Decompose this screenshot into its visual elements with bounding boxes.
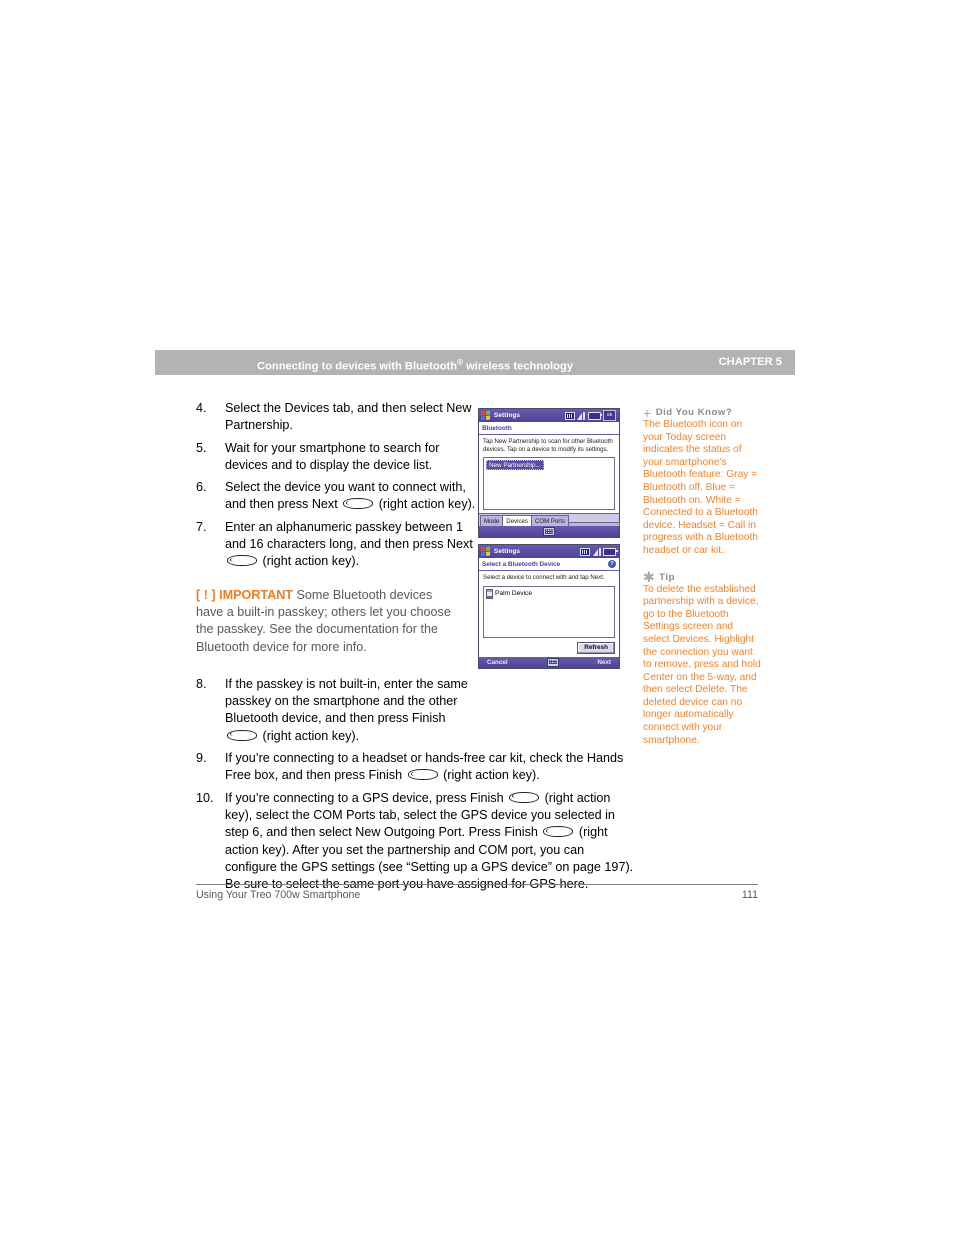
titlebar-app-label: Settings <box>494 412 521 419</box>
help-icon[interactable]: ? <box>608 560 616 569</box>
step-text: If the passkey is not built-in, enter th… <box>225 676 468 743</box>
step-list-lower: 9. If you’re connecting to a headset or h… <box>196 750 634 893</box>
margin-note-heading-label: Did You Know? <box>655 407 733 418</box>
device-screenshot-group: Settings ok Bluetooth Tap New Partnershi… <box>478 408 620 675</box>
screen-bottom-bar: Cancel Next <box>479 656 619 668</box>
right-action-key-icon <box>227 729 257 741</box>
list-item-palm-device[interactable]: Palm Device <box>486 588 612 599</box>
step-number: 4. <box>196 401 207 415</box>
step-number: 8. <box>196 676 207 691</box>
step-text: Select the device you want to connect wi… <box>225 480 476 512</box>
footer-page-number: 111 <box>741 889 758 901</box>
screen-body: Tap New Partnership to scan for other Bl… <box>479 435 619 514</box>
screen-title-bar: Select a Bluetooth Device ? <box>479 558 619 572</box>
margin-note-heading: ✱ Tip <box>643 569 761 586</box>
battery-icon <box>603 547 618 556</box>
running-head-chapter: CHAPTER 5 <box>718 356 782 368</box>
screen-body: Select a device to connect with and tap … <box>479 571 619 657</box>
right-action-key-icon <box>407 769 438 781</box>
manual-page: Connecting to devices with Bluetooth® wi… <box>0 0 954 1235</box>
screenshot-select-bluetooth-device: Settings Select a Bluetooth Device ? Sel… <box>478 544 620 669</box>
titlebar-status-icons: ok <box>564 410 618 421</box>
screenshot-bluetooth-settings: Settings ok Bluetooth Tap New Partnershi… <box>478 408 620 539</box>
list-item-new-partnership[interactable]: New Partnership... <box>486 460 544 471</box>
signal-icon <box>592 547 601 556</box>
windows-flag-icon <box>481 546 490 557</box>
device-icon <box>486 588 493 599</box>
step-number: 7. <box>196 519 207 534</box>
step-number: 6. <box>196 480 207 495</box>
right-action-key-icon <box>543 826 574 838</box>
margin-notes: + Did You Know? The Bluetooth icon on your… <box>643 404 761 761</box>
step-number: 9. <box>196 751 207 766</box>
step-text: Select the Devices tab, and then select … <box>225 401 472 433</box>
step-number: 10. <box>196 790 214 805</box>
important-label: [ ! ] IMPORTANT <box>196 587 293 602</box>
screen-tabs: Mode Devices COM Ports <box>479 513 620 527</box>
running-head-title-text: Connecting to devices with Bluetooth <box>256 360 458 373</box>
right-action-key-icon <box>227 555 257 567</box>
keyboard-icon[interactable] <box>543 527 555 537</box>
text-input-icon <box>580 547 590 556</box>
running-head: Connecting to devices with Bluetooth® wi… <box>155 350 795 375</box>
margin-note-heading: + Did You Know? <box>643 404 761 421</box>
step-text: Enter an alphanumeric passkey between 1 … <box>225 519 473 569</box>
margin-note: + Did You Know? The Bluetooth icon on your… <box>643 404 761 558</box>
screen-instruction: Tap New Partnership to scan for other Bl… <box>483 438 613 453</box>
important-callout: [ ! ] IMPORTANT Some Bluetooth devices h… <box>196 587 458 656</box>
step-number: 5. <box>196 440 207 455</box>
tab-mode[interactable]: Mode <box>480 515 504 527</box>
step-item: 10. If you’re connecting to a GPS device,… <box>196 790 634 894</box>
step-text: If you’re connecting to a GPS device, pr… <box>225 790 634 892</box>
margin-note-body: To delete the established partnership wi… <box>643 583 761 746</box>
device-listbox[interactable]: Palm Device <box>483 585 615 638</box>
step-item: 9. If you’re connecting to a headset or h… <box>196 750 634 785</box>
text-input-icon <box>564 411 575 420</box>
margin-note-body: The Bluetooth icon on your Today screen … <box>643 419 758 556</box>
ok-button[interactable]: ok <box>603 410 616 421</box>
tab-com-ports[interactable]: COM Ports <box>530 515 570 527</box>
tab-devices[interactable]: Devices <box>502 515 532 527</box>
screen-title: Bluetooth <box>482 424 512 432</box>
right-action-key-icon <box>509 791 540 803</box>
page-footer: Using Your Treo 700w Smartphone 111 <box>196 884 758 901</box>
list-item-label: Palm Device <box>495 590 533 598</box>
keyboard-icon[interactable] <box>546 657 559 667</box>
windows-flag-icon <box>481 410 490 421</box>
screen-title: Select a Bluetooth Device <box>482 560 561 568</box>
titlebar-app-label: Settings <box>494 548 521 556</box>
battery-icon <box>587 411 602 420</box>
signal-icon <box>577 411 585 420</box>
titlebar: Settings ok <box>479 409 619 422</box>
margin-note: ✱ Tip To delete the established partnershi… <box>643 569 761 748</box>
screen-instruction: Select a device to connect with and tap … <box>483 574 605 582</box>
screen-bottom-bar <box>479 526 619 538</box>
asterisk-icon: ✱ <box>643 569 656 586</box>
plus-icon: + <box>643 404 652 421</box>
screen-title-bar: Bluetooth <box>479 422 619 435</box>
margin-note-heading-label: Tip <box>659 571 675 583</box>
titlebar-status-icons <box>580 547 618 556</box>
refresh-button[interactable]: Refresh <box>577 641 615 654</box>
titlebar: Settings <box>479 545 619 559</box>
right-action-key-icon <box>343 498 374 510</box>
next-button[interactable]: Next <box>597 659 611 666</box>
cancel-button[interactable]: Cancel <box>487 659 508 666</box>
device-listbox[interactable]: New Partnership... <box>483 457 615 511</box>
running-head-title-suffix: wireless technology <box>463 360 574 373</box>
step-item: 8. If the passkey is not built-in, enter … <box>196 676 634 745</box>
step-list-middle: 8. If the passkey is not built-in, enter … <box>196 676 634 745</box>
footer-book-title: Using Your Treo 700w Smartphone <box>196 889 361 901</box>
step-text: Wait for your smartphone to search for d… <box>225 440 440 472</box>
step-text: If you’re connecting to a headset or han… <box>225 751 624 783</box>
running-head-title: Connecting to devices with Bluetooth® wi… <box>155 350 795 380</box>
